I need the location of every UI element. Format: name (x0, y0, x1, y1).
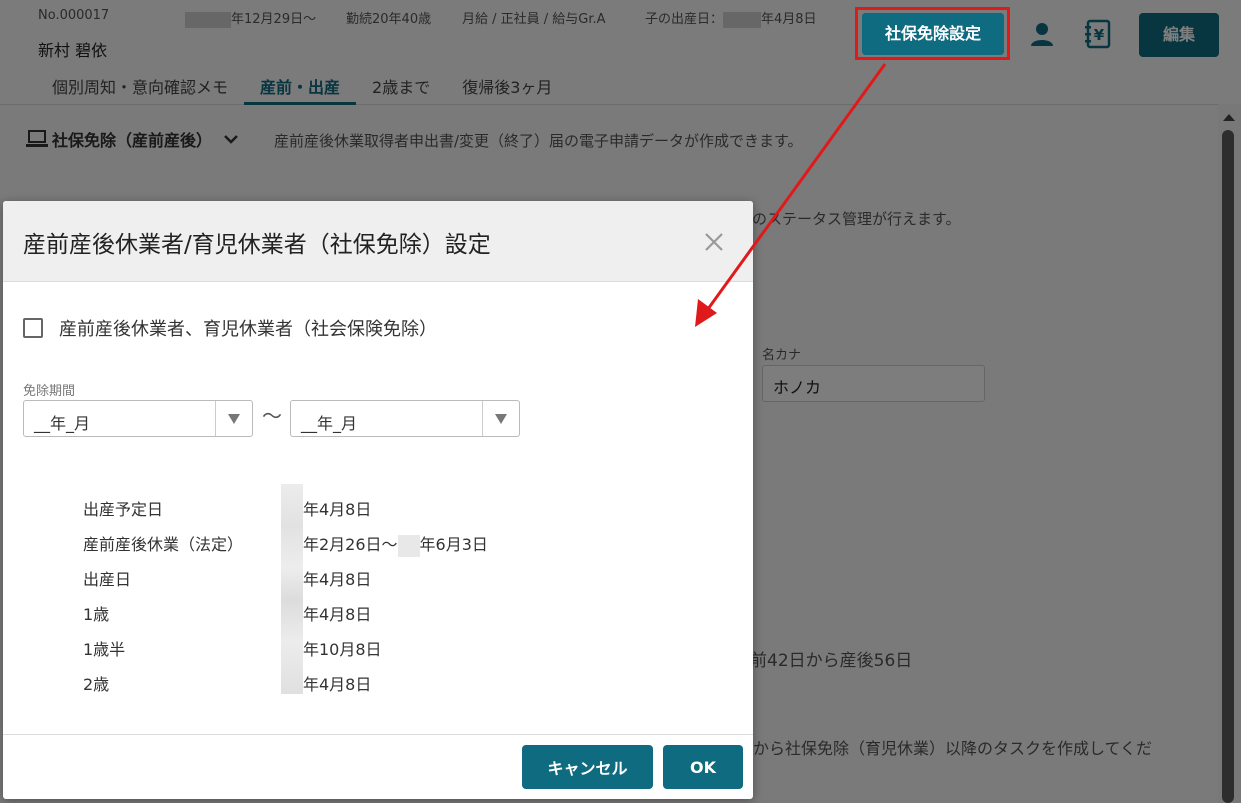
close-icon[interactable] (699, 227, 729, 257)
age-1-5-label: 1歳半 (83, 640, 126, 659)
exemption-checkbox[interactable] (23, 318, 43, 338)
redacted-year (397, 534, 420, 557)
age-2-label: 2歳 (83, 675, 110, 694)
birth-date-label: 出産日 (83, 570, 132, 589)
exemption-period-label: 免除期間 (23, 384, 76, 399)
leave-period-value: 年2月26日〜 年6月3日 (303, 531, 488, 557)
due-date-label: 出産予定日 (83, 500, 164, 519)
exemption-checkbox-label: 産前産後休業者、育児休業者（社会保険免除） (59, 319, 437, 340)
shaho-exemption-dialog: 産前産後休業者/育児休業者（社保免除）設定 産前産後休業者、育児休業者（社会保険… (3, 201, 753, 799)
period-from-value: __年_月 (34, 414, 91, 433)
birth-date-value: 年4月8日 (303, 570, 372, 589)
period-separator: 〜 (262, 404, 282, 428)
dropdown-arrow-icon (215, 401, 252, 436)
age-1-value: 年4月8日 (303, 605, 372, 624)
cancel-button[interactable]: キャンセル (522, 745, 653, 789)
age-2-value: 年4月8日 (303, 675, 372, 694)
dropdown-arrow-icon (482, 401, 519, 436)
due-date-value: 年4月8日 (303, 500, 372, 519)
age-1-label: 1歳 (83, 605, 110, 624)
exemption-checkbox-row[interactable]: 産前産後休業者、育児休業者（社会保険免除） (23, 315, 437, 341)
dialog-title: 産前産後休業者/育児休業者（社保免除）設定 (23, 232, 491, 258)
shaho-exemption-settings-button-highlighted[interactable]: 社保免除設定 (862, 13, 1004, 55)
period-to-select[interactable]: __年_月 (290, 400, 520, 437)
ok-button[interactable]: OK (663, 745, 743, 789)
leave-period-label: 産前産後休業（法定） (83, 535, 244, 554)
dialog-header: 産前産後休業者/育児休業者（社保免除）設定 (3, 201, 753, 282)
period-to-value: __年_月 (301, 414, 358, 433)
age-1-5-value: 年10月8日 (303, 640, 382, 659)
dialog-footer: キャンセル OK (3, 734, 753, 799)
period-from-select[interactable]: __年_月 (23, 400, 253, 437)
redacted-years (281, 484, 303, 694)
